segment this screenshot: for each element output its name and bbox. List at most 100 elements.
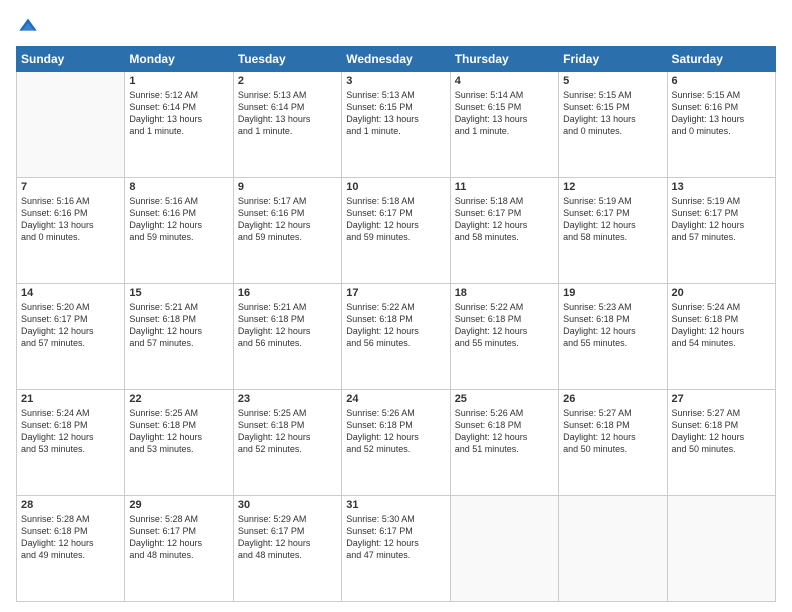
day-info: Sunrise: 5:29 AMSunset: 6:17 PMDaylight:…	[238, 513, 337, 562]
day-number: 5	[563, 75, 662, 87]
calendar-cell: 2 Sunrise: 5:13 AMSunset: 6:14 PMDaylight…	[233, 72, 341, 178]
calendar-cell: 19 Sunrise: 5:23 AMSunset: 6:18 PMDayligh…	[559, 284, 667, 390]
week-row-2: 14 Sunrise: 5:20 AMSunset: 6:17 PMDayligh…	[17, 284, 776, 390]
calendar-cell: 14 Sunrise: 5:20 AMSunset: 6:17 PMDayligh…	[17, 284, 125, 390]
calendar-cell	[17, 72, 125, 178]
day-info: Sunrise: 5:27 AMSunset: 6:18 PMDaylight:…	[672, 407, 771, 456]
day-info: Sunrise: 5:15 AMSunset: 6:15 PMDaylight:…	[563, 89, 662, 138]
day-number: 11	[455, 181, 554, 193]
calendar-cell	[667, 496, 775, 602]
calendar-cell: 27 Sunrise: 5:27 AMSunset: 6:18 PMDayligh…	[667, 390, 775, 496]
day-header-tuesday: Tuesday	[233, 47, 341, 72]
day-number: 7	[21, 181, 120, 193]
week-row-3: 21 Sunrise: 5:24 AMSunset: 6:18 PMDayligh…	[17, 390, 776, 496]
calendar-cell: 22Sunrise: 5:25 AMSunset: 6:18 PMDayligh…	[125, 390, 233, 496]
calendar-cell: 12Sunrise: 5:19 AMSunset: 6:17 PMDayligh…	[559, 178, 667, 284]
week-row-1: 7 Sunrise: 5:16 AMSunset: 6:16 PMDaylight…	[17, 178, 776, 284]
day-header-monday: Monday	[125, 47, 233, 72]
calendar-cell: 25Sunrise: 5:26 AMSunset: 6:18 PMDayligh…	[450, 390, 558, 496]
day-number: 27	[672, 393, 771, 405]
day-number: 25	[455, 393, 554, 405]
day-info: Sunrise: 5:20 AMSunset: 6:17 PMDaylight:…	[21, 301, 120, 350]
day-info: Sunrise: 5:17 AMSunset: 6:16 PMDaylight:…	[238, 195, 337, 244]
calendar-cell: 8 Sunrise: 5:16 AMSunset: 6:16 PMDaylight…	[125, 178, 233, 284]
day-number: 20	[672, 287, 771, 299]
day-header-wednesday: Wednesday	[342, 47, 450, 72]
day-header-thursday: Thursday	[450, 47, 558, 72]
calendar-cell: 28 Sunrise: 5:28 AMSunset: 6:18 PMDayligh…	[17, 496, 125, 602]
calendar-cell	[450, 496, 558, 602]
day-info: Sunrise: 5:24 AMSunset: 6:18 PMDaylight:…	[672, 301, 771, 350]
day-info: Sunrise: 5:23 AMSunset: 6:18 PMDaylight:…	[563, 301, 662, 350]
day-info: Sunrise: 5:12 AMSunset: 6:14 PMDaylight:…	[129, 89, 228, 138]
calendar-cell: 23 Sunrise: 5:25 AMSunset: 6:18 PMDayligh…	[233, 390, 341, 496]
calendar-cell: 6 Sunrise: 5:15 AMSunset: 6:16 PMDaylight…	[667, 72, 775, 178]
calendar-cell: 24Sunrise: 5:26 AMSunset: 6:18 PMDayligh…	[342, 390, 450, 496]
day-info: Sunrise: 5:24 AMSunset: 6:18 PMDaylight:…	[21, 407, 120, 456]
day-info: Sunrise: 5:28 AMSunset: 6:18 PMDaylight:…	[21, 513, 120, 562]
day-number: 28	[21, 499, 120, 511]
day-number: 10	[346, 181, 445, 193]
calendar-cell: 5 Sunrise: 5:15 AMSunset: 6:15 PMDaylight…	[559, 72, 667, 178]
day-info: Sunrise: 5:25 AMSunset: 6:18 PMDaylight:…	[238, 407, 337, 456]
calendar-cell: 18 Sunrise: 5:22 AMSunset: 6:18 PMDayligh…	[450, 284, 558, 390]
day-number: 3	[346, 75, 445, 87]
day-number: 26	[563, 393, 662, 405]
day-info: Sunrise: 5:16 AMSunset: 6:16 PMDaylight:…	[129, 195, 228, 244]
calendar-cell: 10Sunrise: 5:18 AMSunset: 6:17 PMDayligh…	[342, 178, 450, 284]
calendar-cell: 9 Sunrise: 5:17 AMSunset: 6:16 PMDaylight…	[233, 178, 341, 284]
day-info: Sunrise: 5:30 AMSunset: 6:17 PMDaylight:…	[346, 513, 445, 562]
day-number: 31	[346, 499, 445, 511]
calendar-cell	[559, 496, 667, 602]
day-number: 17	[346, 287, 445, 299]
day-info: Sunrise: 5:21 AMSunset: 6:18 PMDaylight:…	[238, 301, 337, 350]
day-header-sunday: Sunday	[17, 47, 125, 72]
calendar-cell: 31 Sunrise: 5:30 AMSunset: 6:17 PMDayligh…	[342, 496, 450, 602]
day-info: Sunrise: 5:13 AMSunset: 6:15 PMDaylight:…	[346, 89, 445, 138]
day-number: 19	[563, 287, 662, 299]
day-number: 29	[129, 499, 228, 511]
day-info: Sunrise: 5:13 AMSunset: 6:14 PMDaylight:…	[238, 89, 337, 138]
day-number: 4	[455, 75, 554, 87]
page-header	[16, 16, 776, 36]
day-number: 21	[21, 393, 120, 405]
day-number: 6	[672, 75, 771, 87]
day-number: 8	[129, 181, 228, 193]
calendar-cell: 1 Sunrise: 5:12 AMSunset: 6:14 PMDaylight…	[125, 72, 233, 178]
calendar-cell: 30 Sunrise: 5:29 AMSunset: 6:17 PMDayligh…	[233, 496, 341, 602]
calendar-cell: 21 Sunrise: 5:24 AMSunset: 6:18 PMDayligh…	[17, 390, 125, 496]
day-number: 14	[21, 287, 120, 299]
day-number: 18	[455, 287, 554, 299]
day-number: 1	[129, 75, 228, 87]
day-number: 30	[238, 499, 337, 511]
header-row: SundayMondayTuesdayWednesdayThursdayFrid…	[17, 47, 776, 72]
day-number: 2	[238, 75, 337, 87]
calendar-cell: 26Sunrise: 5:27 AMSunset: 6:18 PMDayligh…	[559, 390, 667, 496]
day-info: Sunrise: 5:22 AMSunset: 6:18 PMDaylight:…	[346, 301, 445, 350]
day-number: 15	[129, 287, 228, 299]
day-number: 13	[672, 181, 771, 193]
calendar-cell: 11Sunrise: 5:18 AMSunset: 6:17 PMDayligh…	[450, 178, 558, 284]
day-number: 22	[129, 393, 228, 405]
day-info: Sunrise: 5:21 AMSunset: 6:18 PMDaylight:…	[129, 301, 228, 350]
day-info: Sunrise: 5:14 AMSunset: 6:15 PMDaylight:…	[455, 89, 554, 138]
logo	[16, 16, 38, 36]
calendar-cell: 13Sunrise: 5:19 AMSunset: 6:17 PMDayligh…	[667, 178, 775, 284]
calendar-table: SundayMondayTuesdayWednesdayThursdayFrid…	[16, 46, 776, 602]
day-info: Sunrise: 5:15 AMSunset: 6:16 PMDaylight:…	[672, 89, 771, 138]
day-number: 23	[238, 393, 337, 405]
day-number: 12	[563, 181, 662, 193]
calendar-page: SundayMondayTuesdayWednesdayThursdayFrid…	[0, 0, 792, 612]
calendar-cell: 16Sunrise: 5:21 AMSunset: 6:18 PMDayligh…	[233, 284, 341, 390]
day-info: Sunrise: 5:22 AMSunset: 6:18 PMDaylight:…	[455, 301, 554, 350]
day-number: 24	[346, 393, 445, 405]
calendar-cell: 15 Sunrise: 5:21 AMSunset: 6:18 PMDayligh…	[125, 284, 233, 390]
day-header-saturday: Saturday	[667, 47, 775, 72]
day-header-friday: Friday	[559, 47, 667, 72]
week-row-0: 1 Sunrise: 5:12 AMSunset: 6:14 PMDaylight…	[17, 72, 776, 178]
day-number: 9	[238, 181, 337, 193]
calendar-cell: 20 Sunrise: 5:24 AMSunset: 6:18 PMDayligh…	[667, 284, 775, 390]
calendar-cell: 17 Sunrise: 5:22 AMSunset: 6:18 PMDayligh…	[342, 284, 450, 390]
calendar-cell: 4 Sunrise: 5:14 AMSunset: 6:15 PMDaylight…	[450, 72, 558, 178]
day-info: Sunrise: 5:28 AMSunset: 6:17 PMDaylight:…	[129, 513, 228, 562]
